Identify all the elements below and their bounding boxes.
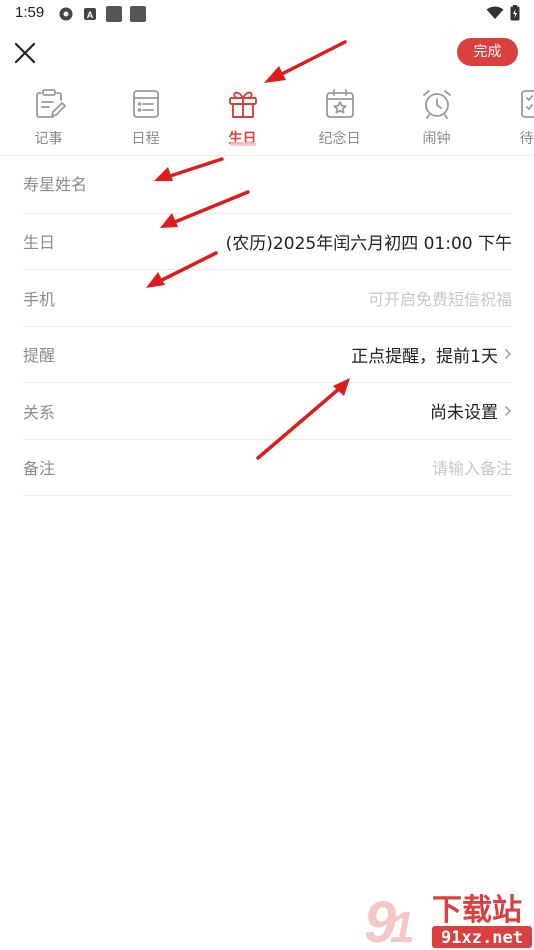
- birthday-label: 生日: [23, 233, 56, 253]
- form-row-phone[interactable]: 手机 可开启免费短信祝福: [23, 270, 512, 327]
- tab-note[interactable]: 记事: [0, 84, 97, 154]
- a-icon: A: [84, 8, 96, 20]
- name-input[interactable]: [23, 175, 223, 195]
- reminder-label: 提醒: [23, 346, 56, 366]
- relation-value-wrap[interactable]: 尚未设置: [430, 398, 512, 423]
- tab-label: 日程: [131, 131, 160, 147]
- form-row-relation[interactable]: 关系 尚未设置: [23, 383, 512, 440]
- note-input[interactable]: 请输入备注: [432, 455, 512, 479]
- birthday-form: 生日 (农历)2025年闰六月初四 01:00 下午 手机 可开启免费短信祝福 …: [23, 157, 512, 496]
- tab-todo[interactable]: 待办: [485, 84, 534, 154]
- watermark-site: 91xz.net: [441, 928, 523, 948]
- status-icons-left: A: [58, 6, 146, 22]
- tabs-divider: [0, 155, 534, 156]
- calendar-star-icon: [325, 89, 354, 118]
- todo-icon: [520, 90, 534, 118]
- watermark-brand: 下载站: [432, 893, 522, 928]
- square-icon: [130, 6, 146, 22]
- watermark-logo: 9 1 下载站 91xz.net: [362, 884, 534, 950]
- gift-icon: [228, 91, 257, 118]
- note-icon: [35, 89, 66, 118]
- relation-value: 尚未设置: [430, 403, 498, 424]
- form-row-note[interactable]: 备注 请输入备注: [23, 440, 512, 496]
- wifi-icon: [486, 6, 504, 19]
- status-time: 1:59: [15, 4, 45, 21]
- tab-alarm[interactable]: 闹钟: [388, 84, 485, 154]
- note-label: 备注: [23, 459, 56, 479]
- category-tabs: 记事 日程 生日 纪念日 闹钟 待: [0, 84, 534, 154]
- schedule-icon: [132, 90, 159, 118]
- gear-icon: [59, 7, 73, 21]
- tab-schedule[interactable]: 日程: [97, 84, 194, 154]
- battery-icon: [510, 5, 520, 21]
- square-icon: [106, 6, 122, 22]
- reminder-value: 正点提醒，提前1天: [351, 346, 498, 367]
- birthday-value[interactable]: (农历)2025年闰六月初四 01:00 下午: [226, 229, 512, 254]
- done-button[interactable]: 完成: [457, 38, 518, 66]
- tab-active-indicator: [229, 142, 256, 146]
- form-row-name: [23, 157, 512, 214]
- form-row-birthday[interactable]: 生日 (农历)2025年闰六月初四 01:00 下午: [23, 214, 512, 270]
- close-icon[interactable]: [10, 38, 40, 68]
- phone-input[interactable]: 可开启免费短信祝福: [368, 286, 512, 310]
- relation-label: 关系: [23, 402, 56, 422]
- svg-text:A: A: [87, 10, 94, 20]
- tab-label: 闹钟: [422, 131, 451, 147]
- watermark-graphic: 9 1 下载站 91xz.net: [364, 890, 532, 950]
- phone-label: 手机: [23, 289, 56, 309]
- reminder-value-wrap[interactable]: 正点提醒，提前1天: [351, 342, 512, 367]
- status-bar: 1:59 A: [0, 0, 534, 30]
- form-row-reminder[interactable]: 提醒 正点提醒，提前1天: [23, 327, 512, 383]
- status-icons-right: [486, 5, 520, 21]
- alarm-icon: [422, 90, 451, 119]
- svg-text:1: 1: [390, 903, 414, 950]
- tab-label: 纪念日: [318, 131, 361, 147]
- chevron-right-icon: [505, 405, 511, 416]
- tab-label: 记事: [34, 131, 63, 147]
- tab-birthday[interactable]: 生日: [194, 84, 291, 154]
- tab-label: 待办: [519, 131, 534, 147]
- top-bar: 完成: [0, 30, 534, 80]
- tab-anniversary[interactable]: 纪念日: [291, 84, 388, 154]
- chevron-right-icon: [505, 349, 511, 360]
